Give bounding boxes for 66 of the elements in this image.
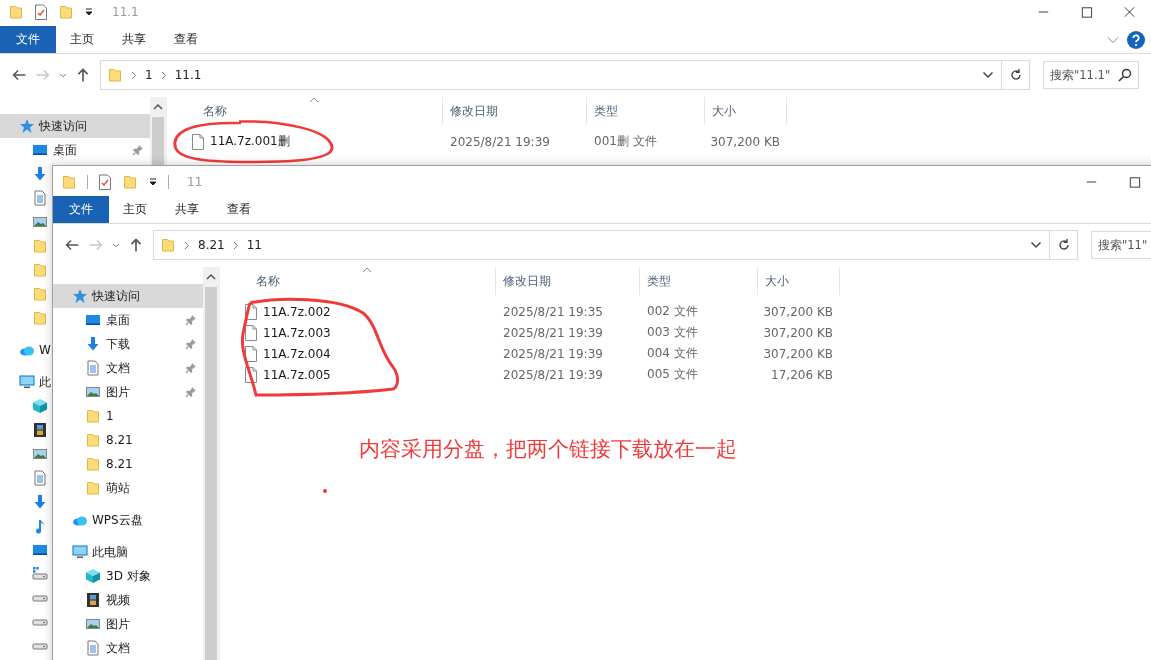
ribbon-tab[interactable]: 主页: [109, 196, 161, 223]
annotation-text: 内容采用分盘，把两个链接下载放在一起: [359, 436, 737, 463]
ribbon-tab[interactable]: 文件: [53, 196, 109, 223]
column-header[interactable]: 类型: [640, 267, 758, 295]
sidebar-item[interactable]: W: [0, 338, 51, 362]
breadcrumb[interactable]: 11.1: [174, 68, 202, 82]
sidebar-item[interactable]: 桌面: [53, 308, 203, 332]
file-name[interactable]: 11A.7z.005: [263, 367, 331, 382]
file-name[interactable]: 11A.7z.003: [263, 325, 331, 340]
sidebar-item[interactable]: 8.21: [53, 428, 133, 452]
breadcrumb[interactable]: 8.21: [198, 238, 225, 252]
search-field[interactable]: 搜索"11.1": [1043, 61, 1139, 89]
sidebar-item[interactable]: 图片: [53, 612, 130, 636]
table-cell-text: 2025/8/21 19:39: [502, 367, 604, 382]
sidebar-item[interactable]: 此电脑: [53, 540, 128, 564]
column-header[interactable]: 类型: [587, 97, 705, 125]
sidebar-item[interactable]: WPS云盘: [53, 508, 143, 532]
table-cell-text: 2025/8/21 19:39: [502, 325, 604, 340]
sidebar-item[interactable]: 文档: [53, 636, 130, 660]
table-cell-text: 002 文件: [646, 303, 699, 320]
table-cell-text: 17,206 KB: [770, 367, 834, 382]
sidebar-item[interactable]: 图片: [53, 380, 203, 404]
ribbon-tab[interactable]: 查看: [160, 26, 212, 53]
file-name[interactable]: 11A.7z.004: [263, 346, 331, 361]
breadcrumb[interactable]: 11: [246, 238, 262, 252]
table-cell-text: 2025/8/21 19:39: [502, 346, 604, 361]
table-cell-text: 004 文件: [646, 345, 699, 362]
ribbon-tab[interactable]: 文件: [0, 26, 56, 53]
column-header[interactable]: 大小: [705, 97, 787, 125]
window-title: 11.1: [112, 5, 139, 19]
column-header[interactable]: 名称: [239, 267, 496, 295]
window-title: 11: [187, 175, 203, 189]
ribbon-tab[interactable]: 主页: [56, 26, 108, 53]
table-cell-text: 307,200 KB: [762, 325, 834, 340]
table-cell-text: 2025/8/21 19:39: [449, 134, 551, 149]
sidebar-item[interactable]: 1: [53, 404, 114, 428]
table-cell-text: 2025/8/21 19:35: [502, 304, 604, 319]
ribbon-tab[interactable]: 共享: [108, 26, 160, 53]
file-name[interactable]: 11A.7z.002: [263, 304, 331, 319]
search-field[interactable]: 搜索"11": [1091, 231, 1151, 259]
table-cell-text: 307,200 KB: [762, 346, 834, 361]
file-name[interactable]: 11A.7z.001删: [210, 133, 290, 150]
sidebar-item[interactable]: 快速访问: [0, 114, 150, 138]
sidebar-item[interactable]: 此: [0, 370, 51, 394]
address-bar[interactable]: 1 11.1: [100, 60, 1002, 90]
column-header[interactable]: 修改日期: [496, 267, 640, 295]
ribbon-tab[interactable]: 共享: [161, 196, 213, 223]
table-cell-text: 005 文件: [646, 366, 699, 383]
sidebar-item[interactable]: 视频: [53, 588, 130, 612]
address-bar[interactable]: 8.21 11: [153, 230, 1050, 260]
table-cell-text: 003 文件: [646, 324, 699, 341]
sidebar-item[interactable]: 萌站: [53, 476, 130, 500]
table-cell-text: 307,200 KB: [762, 304, 834, 319]
sidebar-item[interactable]: 3D 对象: [53, 564, 151, 588]
sidebar-item[interactable]: 桌面: [0, 138, 150, 162]
sidebar-item[interactable]: 快速访问: [53, 284, 203, 308]
sidebar-item[interactable]: 下载: [53, 332, 203, 356]
sidebar-item[interactable]: 文档: [53, 356, 203, 380]
ribbon-tab[interactable]: 查看: [213, 196, 265, 223]
column-header[interactable]: 名称: [186, 97, 443, 125]
column-header[interactable]: 修改日期: [443, 97, 587, 125]
breadcrumb[interactable]: 1: [145, 68, 153, 82]
table-cell-text: 307,200 KB: [709, 134, 781, 149]
table-cell-text: 001删 文件: [593, 133, 658, 150]
column-header[interactable]: 大小: [758, 267, 840, 295]
sidebar-item[interactable]: 8.21: [53, 452, 133, 476]
